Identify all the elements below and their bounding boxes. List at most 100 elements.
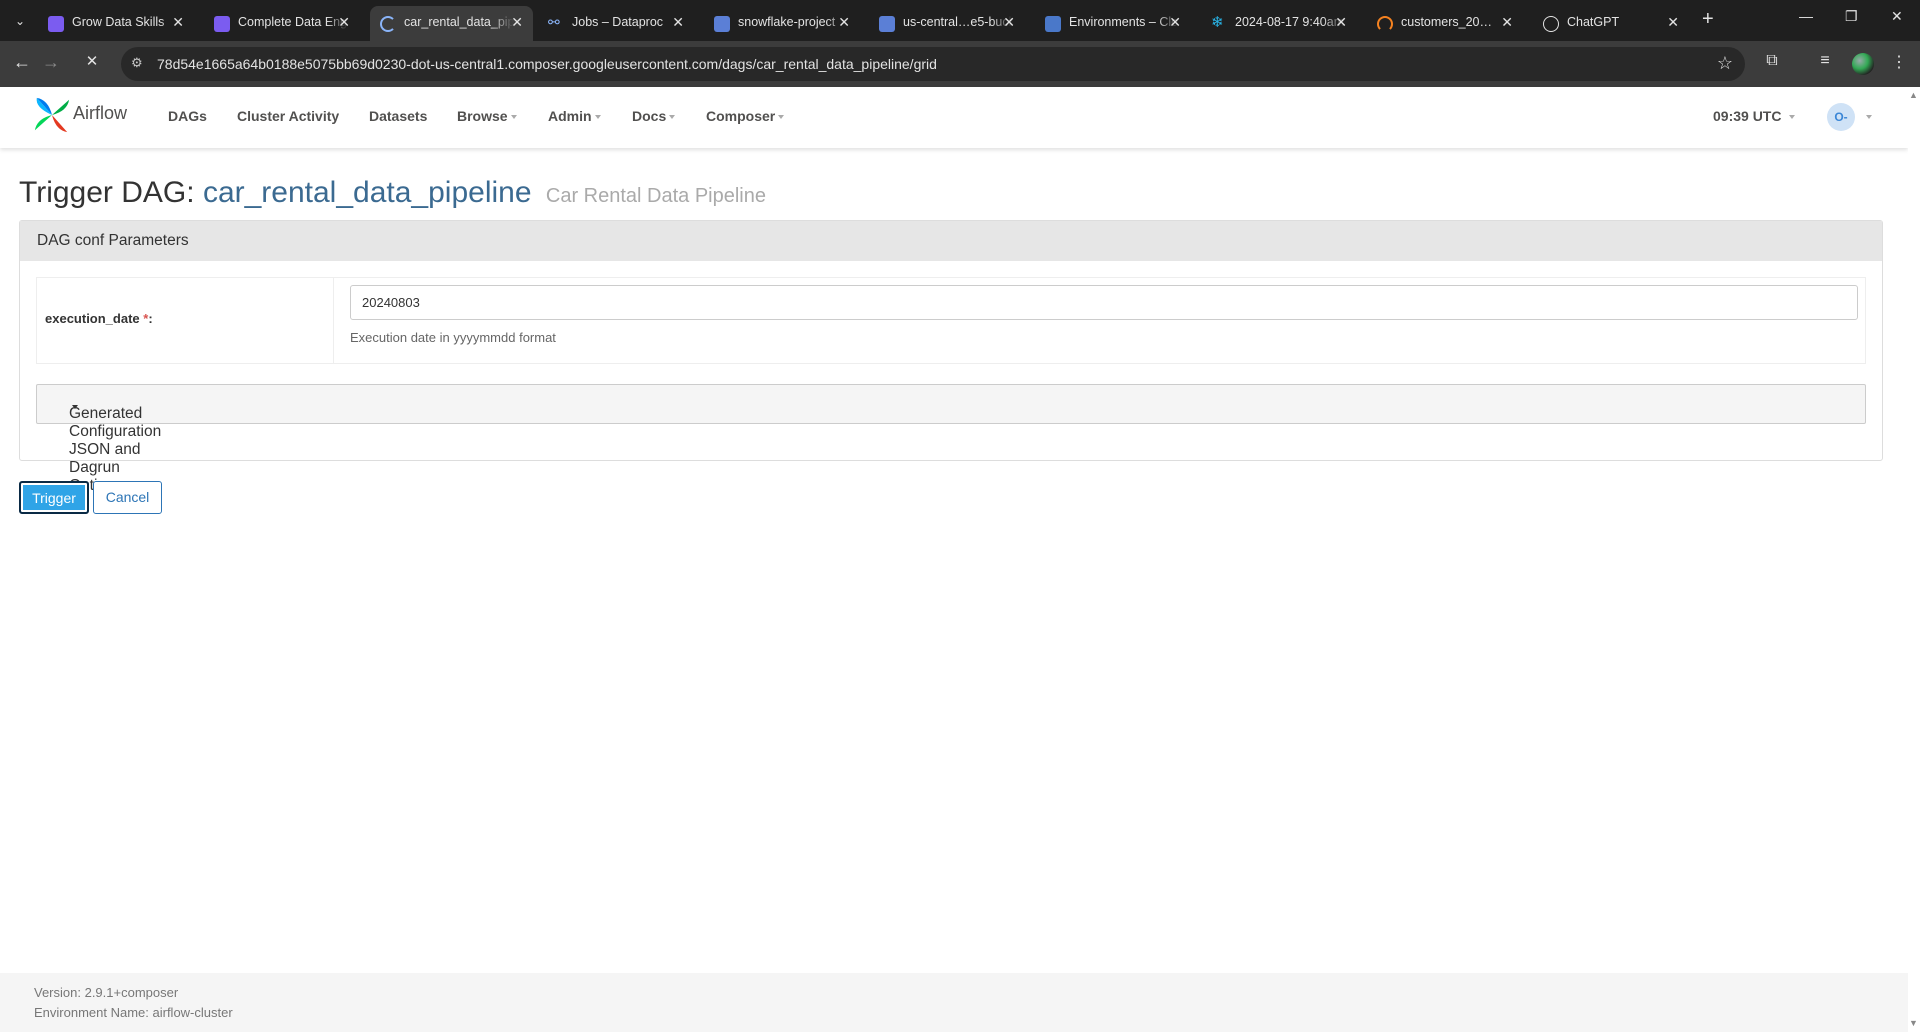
tab-title: ChatGPT [1567,15,1620,29]
trigger-button[interactable]: Trigger [19,481,89,514]
param-label: execution_date *: [45,311,153,326]
caret-down-icon [72,405,78,409]
chevron-down-icon [594,115,601,120]
tab-title: customers_20… [1401,15,1493,29]
loading-spinner-icon [380,16,396,32]
url-text[interactable]: 78d54e1665a64b0188e5075bb69d0230-dot-us-… [157,56,937,72]
page-title-prefix: Trigger DAG: [19,176,195,209]
nav-cluster-activity[interactable]: Cluster Activity [237,108,339,124]
nav-browse-label: Browse [457,108,508,124]
browser-toolbar: ← → ✕ ⚙ 78d54e1665a64b0188e5075bb69d0230… [0,41,1920,87]
browser-tab[interactable]: ChatGPT ✕ [1533,6,1689,41]
new-tab-icon[interactable]: + [1702,8,1714,31]
browser-tabstrip: ⌄ Grow Data Skills ✕ Complete Data Engin… [0,0,1920,41]
dag-id-link[interactable]: car_rental_data_pipeline [203,176,532,209]
browser-tab[interactable]: snowflake-project ✕ [704,6,860,41]
forward-icon[interactable]: → [39,52,63,73]
panel-header: DAG conf Parameters [20,221,1882,261]
nav-datasets[interactable]: Datasets [369,108,427,124]
footer: Version: 2.9.1+composer Environment Name… [0,973,1908,1032]
chatgpt-icon [1543,16,1559,32]
browser-tab[interactable]: ⚯ Jobs – Dataproc ✕ [538,6,694,41]
site-info-icon[interactable]: ⚙ [131,55,149,73]
browser-profile-avatar[interactable] [1852,53,1874,75]
scrollbar[interactable] [1908,87,1920,1032]
address-bar[interactable]: ⚙ 78d54e1665a64b0188e5075bb69d0230-dot-u… [121,47,1745,81]
dag-description: Car Rental Data Pipeline [545,185,766,207]
chevron-down-icon[interactable] [1866,115,1872,119]
param-row-execution-date: execution_date *: Execution date in yyyy… [36,277,1866,364]
tab-favicon-icon [48,16,64,32]
scroll-down-icon[interactable]: ▼ [1909,1018,1918,1028]
nav-dags[interactable]: DAGs [168,108,207,124]
nav-composer-label: Composer [706,108,776,124]
tab-title: snowflake-project [738,15,836,29]
nav-docs-label: Docs [632,108,667,124]
close-icon[interactable]: ✕ [1003,14,1015,31]
tab-title: Environments – Cloud Composer [1069,15,1179,29]
tab-title: Jobs – Dataproc [572,15,664,29]
chevron-down-icon [510,115,517,120]
tab-favicon-icon [214,16,230,32]
browser-tab[interactable]: Complete Data Engineering ✕ [204,6,360,41]
composer-icon [1045,16,1061,32]
advanced-options-toggle[interactable]: Generated Configuration JSON and Dagrun … [36,384,1866,494]
environment-name-text: Environment Name: airflow-cluster [34,1005,233,1020]
close-icon[interactable]: ✕ [672,14,684,31]
storage-icon [714,16,730,32]
nav-admin[interactable]: Admin [548,108,601,124]
airflow-logo-icon[interactable] [33,96,71,134]
cancel-button[interactable]: Cancel [93,481,162,514]
storage-icon [879,16,895,32]
tab-search-icon[interactable]: ⌄ [8,9,32,33]
airflow-brand[interactable]: Airflow [73,103,127,124]
chevron-down-icon [778,115,785,120]
close-icon[interactable]: ✕ [1501,14,1513,31]
scroll-up-icon[interactable]: ▲ [1909,90,1918,100]
dataproc-icon: ⚯ [548,14,560,30]
stop-loading-icon[interactable]: ✕ [80,52,104,70]
browser-tab[interactable]: ❄ 2024-08-17 9:40am ✕ [1201,6,1357,41]
media-control-icon[interactable]: ≡ [1813,52,1837,70]
close-icon[interactable]: ✕ [1169,14,1181,31]
close-icon[interactable]: ✕ [1667,14,1679,31]
browser-tab[interactable]: us-central…e5-bucket ✕ [869,6,1025,41]
tab-title: Grow Data Skills [72,15,165,29]
chevron-down-icon [669,115,676,120]
nav-browse[interactable]: Browse [457,108,517,124]
tab-title: Complete Data Engineering [238,15,348,29]
jupyter-icon [1377,16,1393,32]
param-colon: : [148,311,153,326]
minimize-icon[interactable]: — [1799,8,1813,24]
browser-tab[interactable]: Grow Data Skills ✕ [38,6,194,41]
nav-admin-label: Admin [548,108,592,124]
user-avatar[interactable]: O- [1827,103,1855,131]
window-close-icon[interactable]: ✕ [1891,8,1903,25]
tab-title: 2024-08-17 9:40am [1235,15,1345,29]
restore-icon[interactable]: ❐ [1845,8,1858,25]
back-icon[interactable]: ← [10,52,34,73]
nav-composer[interactable]: Composer [706,108,785,124]
extensions-icon[interactable]: ⧉ [1760,52,1784,70]
close-icon[interactable]: ✕ [172,14,184,31]
snowflake-icon: ❄ [1211,14,1224,31]
browser-tab-active[interactable]: car_rental_data_pipeline ✕ [370,6,533,41]
panel-title: DAG conf Parameters [37,232,189,249]
close-icon[interactable]: ✕ [511,14,523,31]
browser-tab[interactable]: Environments – Cloud Composer ✕ [1035,6,1191,41]
page-title: Trigger DAG: car_rental_data_pipeline Ca… [19,176,766,210]
airflow-navbar: Airflow DAGs Cluster Activity Datasets B… [0,87,1908,148]
bookmark-star-icon[interactable]: ☆ [1717,53,1733,74]
dag-conf-panel: DAG conf Parameters execution_date *: Ex… [19,220,1883,494]
browser-menu-icon[interactable]: ⋮ [1887,52,1911,72]
close-icon[interactable]: ✕ [338,14,350,31]
close-icon[interactable]: ✕ [838,14,850,31]
param-help-text: Execution date in yyyymmdd format [350,330,556,345]
nav-docs[interactable]: Docs [632,108,676,124]
tab-title: us-central…e5-bucket [903,15,1013,29]
timezone-selector[interactable]: 09:39 UTC [1713,108,1796,124]
browser-tab[interactable]: customers_20… ✕ [1367,6,1523,41]
close-icon[interactable]: ✕ [1335,14,1347,31]
execution-date-input[interactable] [350,285,1858,320]
divider [333,278,334,363]
